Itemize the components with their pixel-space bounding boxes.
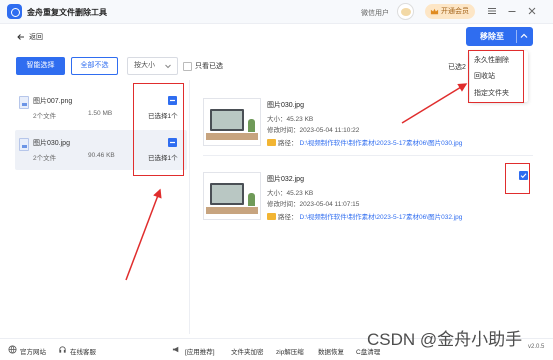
app-logo-icon xyxy=(7,4,22,19)
watermark: CSDN @金舟小助手 xyxy=(367,330,523,349)
smart-select-button[interactable]: 智能选择 xyxy=(16,57,65,75)
back-button[interactable]: 返回 xyxy=(17,31,43,43)
image-file-icon xyxy=(19,96,29,109)
file-path-link[interactable]: D:\视频制作软件\制作素材\2023-5-17素材06\图片032.jpg xyxy=(300,211,463,221)
group-file-count: 2个文件 xyxy=(33,155,57,162)
thumbnail-monitor xyxy=(210,109,244,131)
file-size: 大小：45.23 KB xyxy=(267,116,314,123)
version-label: v2.0.5 xyxy=(528,344,545,350)
recommend-link-data-recovery[interactable]: 数据恢复 xyxy=(318,346,344,356)
image-file-icon xyxy=(19,138,29,151)
file-thumbnail[interactable] xyxy=(203,172,261,220)
thumbnail-monitor xyxy=(210,183,244,205)
close-icon[interactable] xyxy=(527,6,537,16)
file-path-label: 路径： xyxy=(278,140,298,147)
app-title: 金舟重复文件删除工具 xyxy=(27,8,107,17)
vip-button[interactable]: 开通会员 xyxy=(425,4,475,19)
vip-button-label: 开通会员 xyxy=(441,8,469,15)
official-site-link[interactable]: 官方网站 xyxy=(20,346,46,356)
megaphone-icon xyxy=(172,346,179,353)
folder-icon xyxy=(267,212,276,220)
group-name: 图片030.jpg xyxy=(33,140,70,147)
highlight-box xyxy=(468,50,524,103)
move-to-label: 移除至 xyxy=(480,32,504,41)
file-path-label: 路径： xyxy=(278,214,298,221)
file-path: 路径： D:\视频制作软件\制作素材\2023-5-17素材06\图片030.j… xyxy=(267,137,462,147)
arrow-left-icon xyxy=(17,34,24,40)
sort-select-value: 按大小 xyxy=(134,62,155,69)
highlight-box xyxy=(505,163,530,194)
only-selected-toggle[interactable]: 只看已选 xyxy=(183,61,223,71)
crown-icon xyxy=(430,8,439,15)
selected-count: 已选2 xyxy=(448,64,466,71)
highlight-box xyxy=(133,83,184,176)
recommend-link-folder-encrypt[interactable]: 文件夹加密 xyxy=(231,346,264,356)
button-separator xyxy=(516,30,517,43)
globe-icon xyxy=(8,345,17,354)
avatar[interactable] xyxy=(397,3,414,20)
file-path-link[interactable]: D:\视频制作软件\制作素材\2023-5-17素材06\图片030.jpg xyxy=(300,137,463,147)
deselect-all-button[interactable]: 全部不选 xyxy=(71,57,118,75)
recommend-link-zip[interactable]: zip解压缩 xyxy=(276,346,304,356)
title-bar: 金舟重复文件删除工具 微信用户 开通会员 xyxy=(0,0,553,24)
back-label: 返回 xyxy=(29,34,43,41)
group-file-count: 2个文件 xyxy=(33,113,57,120)
online-support-link[interactable]: 在线客服 xyxy=(70,346,96,356)
file-modified-time: 修改时间：2023-05-04 11:07:15 xyxy=(267,201,360,208)
file-name: 图片032.jpg xyxy=(267,176,304,183)
file-name: 图片030.jpg xyxy=(267,102,304,109)
user-name[interactable]: 微信用户 xyxy=(361,8,389,18)
minimize-icon[interactable] xyxy=(507,6,517,16)
file-path: 路径： D:\视频制作软件\制作素材\2023-5-17素材06\图片032.j… xyxy=(267,211,462,221)
file-modified-time: 修改时间：2023-05-04 11:10:22 xyxy=(267,127,360,134)
group-size: 90.46 KB xyxy=(88,152,115,159)
file-size: 大小：45.23 KB xyxy=(267,190,314,197)
group-size: 1.50 MB xyxy=(88,110,113,117)
file-card[interactable]: 图片032.jpg 大小：45.23 KB 修改时间：2023-05-04 11… xyxy=(203,162,533,228)
only-selected-checkbox[interactable] xyxy=(183,61,192,71)
chevron-down-icon xyxy=(165,64,171,69)
folder-icon xyxy=(267,138,276,146)
chevron-up-icon[interactable] xyxy=(519,31,529,41)
sort-select[interactable]: 按大小 xyxy=(127,57,178,75)
divider xyxy=(203,155,533,156)
move-to-button[interactable]: 移除至 xyxy=(466,27,533,46)
recommend-label: [应用推荐] xyxy=(185,349,215,356)
thumbnail-desk xyxy=(206,133,258,140)
menu-icon[interactable] xyxy=(487,6,497,16)
group-name: 图片007.png xyxy=(33,98,73,105)
headset-icon xyxy=(59,346,66,353)
thumbnail-plant xyxy=(248,119,255,132)
thumbnail-desk xyxy=(206,207,258,214)
thumbnail-plant xyxy=(248,193,255,206)
only-selected-label: 只看已选 xyxy=(195,63,223,70)
file-thumbnail[interactable] xyxy=(203,98,261,146)
